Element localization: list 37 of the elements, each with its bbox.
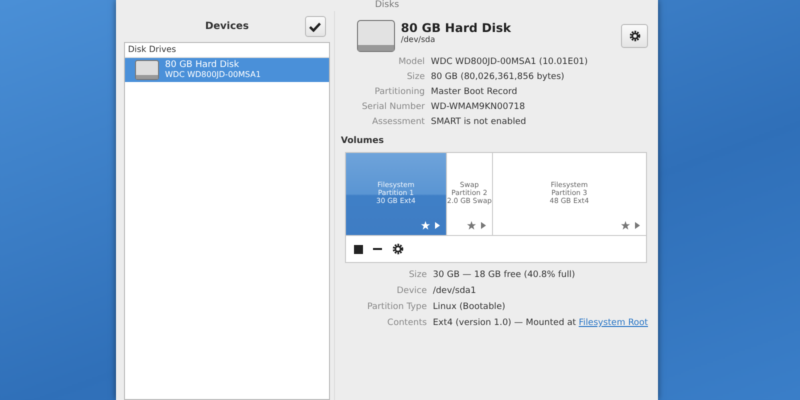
property-label: Assessment — [371, 116, 425, 128]
checkmark-icon — [309, 22, 322, 32]
property-value: Linux (Bootable) — [432, 301, 506, 313]
stop-icon[interactable] — [354, 244, 363, 254]
property-value: 80 GB (80,026,361,856 bytes) — [430, 71, 566, 83]
window-title: Disks — [374, 0, 400, 10]
property-label: Partitioning — [374, 86, 425, 98]
property-value: Ext4 (version 1.0) — Mounted at Filesystem Root — [432, 317, 648, 329]
property-label: Serial Number — [360, 101, 425, 113]
star-play-icon — [466, 221, 487, 230]
disk-device: /dev/sda — [400, 34, 436, 46]
disk-name: 80 GB Hard Disk — [400, 22, 512, 34]
devices-title: Devices — [205, 21, 249, 32]
property-label: Device — [396, 285, 427, 297]
property-value: Master Boot Record — [430, 86, 518, 98]
mount-link[interactable]: Filesystem Root — [578, 318, 648, 328]
settings-button[interactable] — [621, 24, 648, 48]
property-label: Size — [408, 269, 427, 281]
star-play-icon — [421, 221, 441, 230]
property-value: /dev/sda1 — [432, 285, 478, 297]
settings-icon — [628, 30, 640, 42]
star-play-icon — [620, 221, 641, 230]
volumes-title: Volumes — [340, 136, 385, 146]
device-list-item[interactable]: 80 GB Hard Disk WDC WD800JD-00MSA1 — [125, 58, 329, 82]
device-name: 80 GB Hard Disk — [165, 60, 240, 70]
property-label: Contents — [386, 317, 427, 329]
property-label: Partition Type — [366, 301, 427, 313]
property-value: 30 GB — 18 GB free (40.8% full) — [432, 269, 576, 281]
property-value: WD-WMAM9KN00718 — [430, 101, 526, 113]
settings-icon[interactable] — [392, 243, 404, 255]
property-value: SMART is not enabled — [430, 116, 528, 128]
device-model: WDC WD800JD-00MSA1 — [165, 70, 261, 80]
minus-icon[interactable] — [372, 248, 382, 250]
property-label: Model — [397, 56, 425, 68]
check-button[interactable] — [304, 16, 326, 37]
property-label: Size — [406, 71, 425, 83]
property-value: WDC WD800JD-00MSA1 (10.01E01) — [430, 56, 589, 68]
